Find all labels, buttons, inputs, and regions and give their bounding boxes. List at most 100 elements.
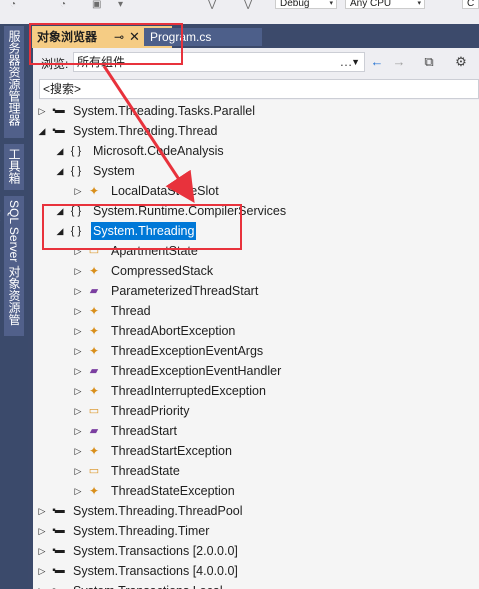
enum-icon: ▭ [88,405,100,417]
tree-node-label: CompressedStack [111,264,214,278]
dropdown-icon[interactable]: ▾ [118,0,123,10]
enum-icon: ▭ [88,465,100,477]
tree-node[interactable]: ◢ { } Microsoft.CodeAnalysis [33,141,479,161]
back-button[interactable]: ← [367,52,387,72]
nav-icon[interactable]: ◔ [60,0,66,10]
expand-icon[interactable]: ▷ [37,501,47,521]
expand-icon[interactable]: ▷ [73,181,83,201]
expand-icon[interactable]: ▷ [73,261,83,281]
toolbox-tab[interactable]: 工具箱 [4,144,24,190]
sql-server-explorer-tab[interactable]: SQL Server 对象资源管理器 [0,196,24,336]
expand-icon[interactable]: ▷ [73,401,83,421]
tree-node[interactable]: ▷ ▭ ThreadState [33,461,479,481]
assembly-icon: ▪▬ [52,505,65,516]
expand-icon[interactable]: ▷ [73,461,83,481]
tree-node[interactable]: ▷ ▭ ApartmentState [33,241,479,261]
expand-icon[interactable]: ▷ [73,421,83,441]
undo-icon[interactable]: ⋁ [208,0,216,10]
tree-node[interactable]: ▷ ✦ ThreadStateException [33,481,479,501]
expand-icon[interactable]: ▷ [73,341,83,361]
expand-icon[interactable]: ▷ [73,481,83,501]
tree-node[interactable]: ▷ ▪▬ System.Threading.Tasks.Parallel [33,101,479,121]
collapse-icon[interactable]: ◢ [55,161,65,181]
tree-node-label: System.Transactions.Local [71,581,225,589]
tree-node[interactable]: ◢ { } System.Runtime.CompilerServices [33,201,479,221]
settings-button[interactable]: ⚙ [449,52,473,72]
object-tree: ▷ ▪▬ System.Threading.Tasks.Parallel ◢ ▪▬ Sys… [33,100,479,589]
collapse-icon[interactable]: ◢ [37,121,47,141]
tree-node-label: System.Threading.Thread [73,124,218,138]
more-button[interactable]: … [335,52,357,72]
class-icon: ✦ [88,304,100,318]
tree-node-label: ThreadInterruptedException [111,384,266,398]
tree-node[interactable]: ▷ ✦ ThreadInterruptedException [33,381,479,401]
tree-node-label: System.Runtime.CompilerServices [93,204,287,218]
close-icon[interactable]: ✕ [129,26,140,48]
tree-node[interactable]: ▷ ✦ ThreadExceptionEventArgs [33,341,479,361]
tree-node[interactable]: ▷ ▪▬ System.Threading.ThreadPool [33,501,479,521]
tree-node-label: System.Threading.Tasks.Parallel [73,104,256,118]
tree-node[interactable]: ▷ ▰ ParameterizedThreadStart [33,281,479,301]
tree-node-label: System.Threading.ThreadPool [73,504,243,518]
tree-node-label: System.Transactions [4.0.0.0] [73,564,238,578]
tree-node[interactable]: ▷ ▪▬ System.Transactions.Local [33,581,479,589]
tree-node[interactable]: ▷ ✦ CompressedStack [33,261,479,281]
expand-icon[interactable]: ▷ [73,361,83,381]
expand-icon[interactable]: ▷ [37,521,47,541]
assembly-icon: ▪▬ [52,565,65,576]
solution-icon[interactable]: ▣ [92,0,101,10]
tree-node[interactable]: ◢ { } System.Threading [33,221,479,241]
search-bar: <搜索> [33,76,479,100]
browse-scope-select[interactable]: 所有组件 ▼ [73,52,365,72]
tree-node[interactable]: ▷ ▪▬ System.Transactions [2.0.0.0] [33,541,479,561]
expand-icon[interactable]: ▷ [37,581,47,589]
tab-label: 对象浏览器 [37,30,98,44]
tab-program-cs[interactable]: Program.cs [144,28,262,46]
browse-label: 浏览: [41,57,69,71]
tree-node-label: ThreadExceptionEventHandler [111,364,282,378]
config-combo[interactable]: Debug ▾ [275,0,337,9]
tree-node[interactable]: ▷ ▪▬ System.Transactions [4.0.0.0] [33,561,479,581]
tree-node[interactable]: ▷ ✦ ThreadStartException [33,441,479,461]
tab-label: Program.cs [150,30,212,44]
platform-combo[interactable]: Any CPU ▾ [345,0,425,9]
tree-node-label: ThreadExceptionEventArgs [111,344,264,358]
forward-button[interactable]: → [389,52,409,72]
namespace-icon: { } [70,145,82,157]
collapse-icon[interactable]: ◢ [55,141,65,161]
back-icon[interactable]: ◔ [10,0,16,10]
tree-node[interactable]: ▷ ▪▬ System.Threading.Timer [33,521,479,541]
tree-node[interactable]: ◢ ▪▬ System.Threading.Thread [33,121,479,141]
collapse-icon[interactable]: ◢ [55,221,65,241]
collapse-icon[interactable]: ◢ [55,201,65,221]
add-reference-button[interactable]: ⧉ [417,52,441,72]
tree-node[interactable]: ▷ ✦ Thread [33,301,479,321]
expand-icon[interactable]: ▷ [37,101,47,121]
pin-icon[interactable]: ⊸ [114,26,124,48]
search-input[interactable]: <搜索> [39,79,479,99]
expand-icon[interactable]: ▷ [73,301,83,321]
tree-node-label: ApartmentState [111,244,198,258]
expand-icon[interactable]: ▷ [73,441,83,461]
server-explorer-tab[interactable]: 服务器资源管理器 [4,26,24,138]
class-icon: ✦ [88,484,100,498]
namespace-icon: { } [70,165,82,177]
tree-node[interactable]: ◢ { } System [33,161,479,181]
tree-node[interactable]: ▷ ▰ ThreadStart [33,421,479,441]
expand-icon[interactable]: ▷ [73,381,83,401]
tree-node[interactable]: ▷ ▭ ThreadPriority [33,401,479,421]
expand-icon[interactable]: ▷ [73,321,83,341]
expand-icon[interactable]: ▷ [73,281,83,301]
expand-icon[interactable]: ▷ [37,541,47,561]
redo-icon[interactable]: ⋁ [244,0,252,10]
tree-node[interactable]: ▷ ✦ LocalDataStoreSlot [33,181,479,201]
tree-node[interactable]: ▷ ✦ ThreadAbortException [33,321,479,341]
assembly-icon: ▪▬ [52,105,65,116]
tree-node-label: ThreadPriority [111,404,190,418]
expand-icon[interactable]: ▷ [37,561,47,581]
run-combo[interactable]: C [462,0,479,9]
side-tool-strip: 服务器资源管理器 工具箱 SQL Server 对象资源管理器 [0,24,28,589]
expand-icon[interactable]: ▷ [73,241,83,261]
delegate-icon: ▰ [89,425,99,437]
tree-node[interactable]: ▷ ▰ ThreadExceptionEventHandler [33,361,479,381]
